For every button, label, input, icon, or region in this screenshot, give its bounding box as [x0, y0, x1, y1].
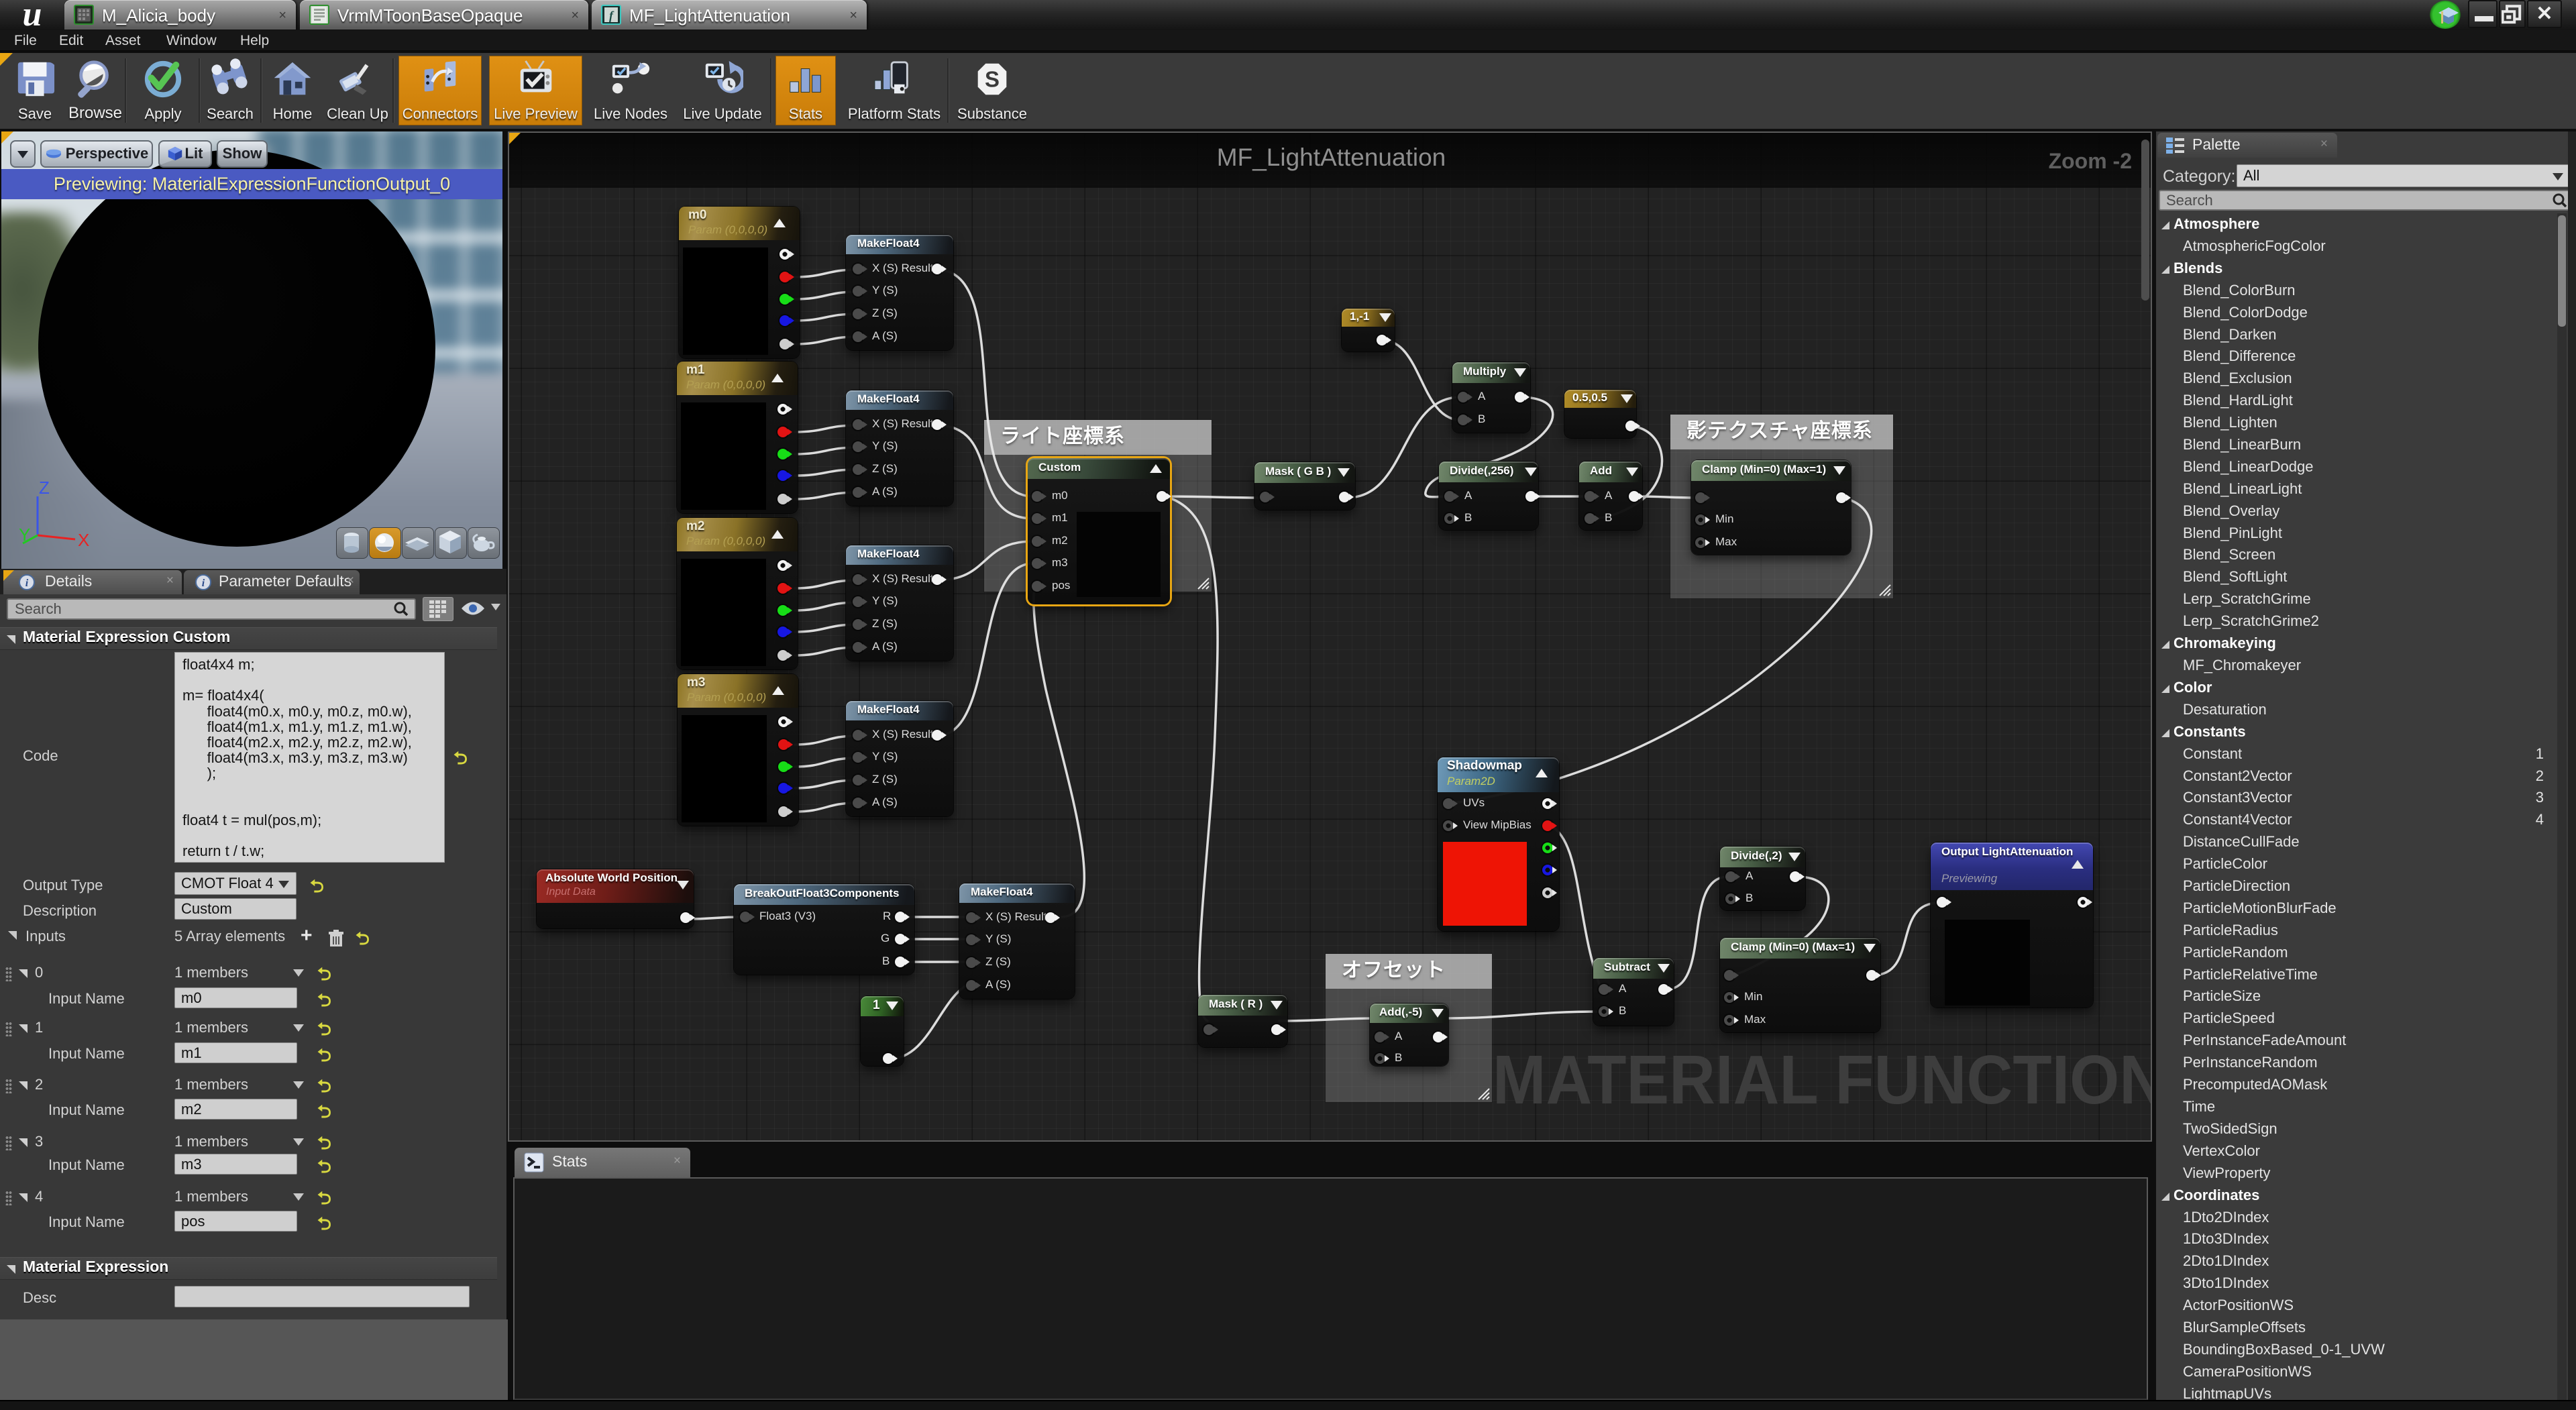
svg-text:i: i — [25, 578, 29, 589]
svg-text:i: i — [202, 578, 205, 589]
svg-text:X: X — [78, 530, 89, 550]
svg-text:S: S — [985, 67, 1000, 92]
svg-text:Y: Y — [19, 525, 30, 545]
svg-text:Z: Z — [39, 482, 50, 498]
